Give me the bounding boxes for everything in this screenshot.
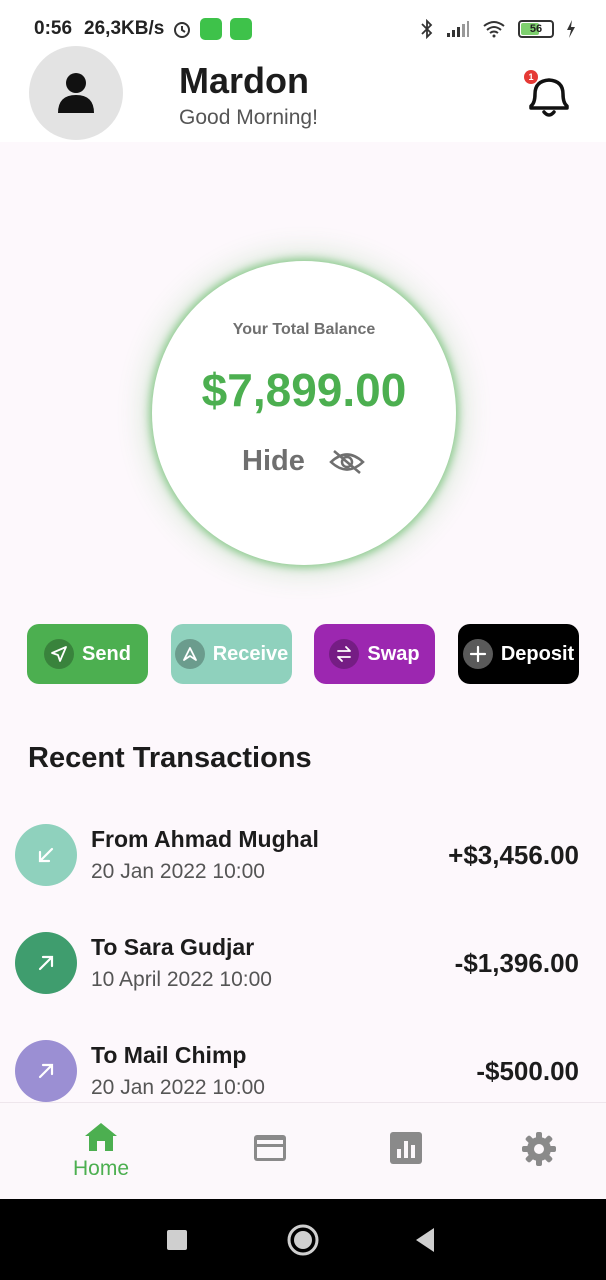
receive-icon: [174, 639, 205, 669]
system-navigation-bar: [0, 1199, 606, 1280]
transaction-date: 10 April 2022 10:00: [91, 968, 272, 991]
transaction-amount: +$3,456.00: [448, 840, 579, 870]
receive-button[interactable]: Receive: [171, 624, 292, 684]
swap-label: Swap: [367, 642, 420, 665]
deposit-label: Deposit: [500, 642, 575, 665]
transaction-row[interactable]: To Sara Gudjar 10 April 2022 10:00 -$1,3…: [0, 932, 606, 1022]
transaction-date: 20 Jan 2022 10:00: [91, 1076, 265, 1099]
bluetooth-icon: [421, 19, 433, 39]
status-right: 56: [420, 19, 576, 39]
nav-stats[interactable]: [386, 1103, 426, 1200]
app-notification-icon: [230, 18, 253, 40]
swap-button[interactable]: Swap: [314, 624, 435, 684]
gear-icon: [522, 1132, 556, 1166]
recent-transactions-title: Recent Transactions: [28, 742, 312, 774]
credit-card-icon: [254, 1135, 286, 1161]
status-time: 0:56: [34, 18, 73, 39]
balance-label: Your Total Balance: [232, 321, 376, 338]
nav-home[interactable]: Home: [62, 1103, 140, 1200]
hide-balance-toggle[interactable]: Hide: [242, 445, 365, 478]
home-icon: [85, 1123, 117, 1151]
send-button[interactable]: Send: [27, 624, 148, 684]
plus-icon: [462, 639, 493, 669]
signal-icon: [447, 21, 469, 37]
transaction-title: To Mail Chimp: [91, 1042, 247, 1068]
transaction-row[interactable]: From Ahmad Mughal 20 Jan 2022 10:00 +$3,…: [0, 824, 606, 914]
bar-chart-icon: [390, 1132, 422, 1164]
status-left: 0:56 26,3KB/s: [34, 18, 253, 40]
notification-badge: 1: [524, 70, 538, 84]
app-header: Mardon Good Morning! 1: [0, 46, 606, 142]
user-icon: [58, 73, 94, 113]
hide-label: Hide: [242, 445, 305, 477]
app-notification-icon: [200, 18, 223, 40]
battery-indicator: 56: [518, 20, 554, 38]
wifi-icon: [483, 21, 505, 38]
balance-card: Your Total Balance $7,899.00 Hide: [152, 261, 456, 565]
eye-off-icon: [329, 449, 365, 474]
transaction-amount: -$500.00: [476, 1056, 579, 1086]
charging-icon: [567, 20, 575, 38]
arrow-up-right-icon: [15, 932, 77, 994]
greeting-text: Good Morning!: [179, 106, 318, 129]
send-icon: [44, 639, 75, 669]
transaction-title: To Sara Gudjar: [91, 934, 255, 960]
recent-apps-icon[interactable]: [166, 1229, 188, 1251]
back-icon[interactable]: [414, 1227, 436, 1253]
nav-settings[interactable]: [519, 1103, 559, 1200]
avatar[interactable]: [29, 46, 123, 140]
action-buttons: Send Receive Swap Deposit: [27, 624, 579, 684]
alarm-icon: [174, 22, 191, 38]
battery-level: 56: [529, 23, 543, 35]
transaction-amount: -$1,396.00: [454, 948, 579, 978]
arrow-up-right-icon: [15, 1040, 77, 1102]
receive-label: Receive: [212, 642, 289, 665]
swap-icon: [329, 639, 360, 669]
nav-home-label: Home: [72, 1157, 130, 1180]
user-name: Mardon: [179, 60, 309, 101]
bottom-navigation: Home: [0, 1102, 606, 1199]
send-label: Send: [82, 642, 131, 665]
home-system-icon[interactable]: [286, 1223, 320, 1257]
transaction-title: From Ahmad Mughal: [91, 826, 319, 852]
transaction-date: 20 Jan 2022 10:00: [91, 860, 265, 883]
balance-amount: $7,899.00: [201, 364, 407, 416]
status-network-speed: 26,3KB/s: [84, 18, 165, 39]
nav-cards[interactable]: [250, 1103, 290, 1200]
deposit-button[interactable]: Deposit: [458, 624, 579, 684]
app-screen: 0:56 26,3KB/s 56 Mardon Good Morning! 1 …: [0, 0, 606, 1280]
arrow-down-left-icon: [15, 824, 77, 886]
